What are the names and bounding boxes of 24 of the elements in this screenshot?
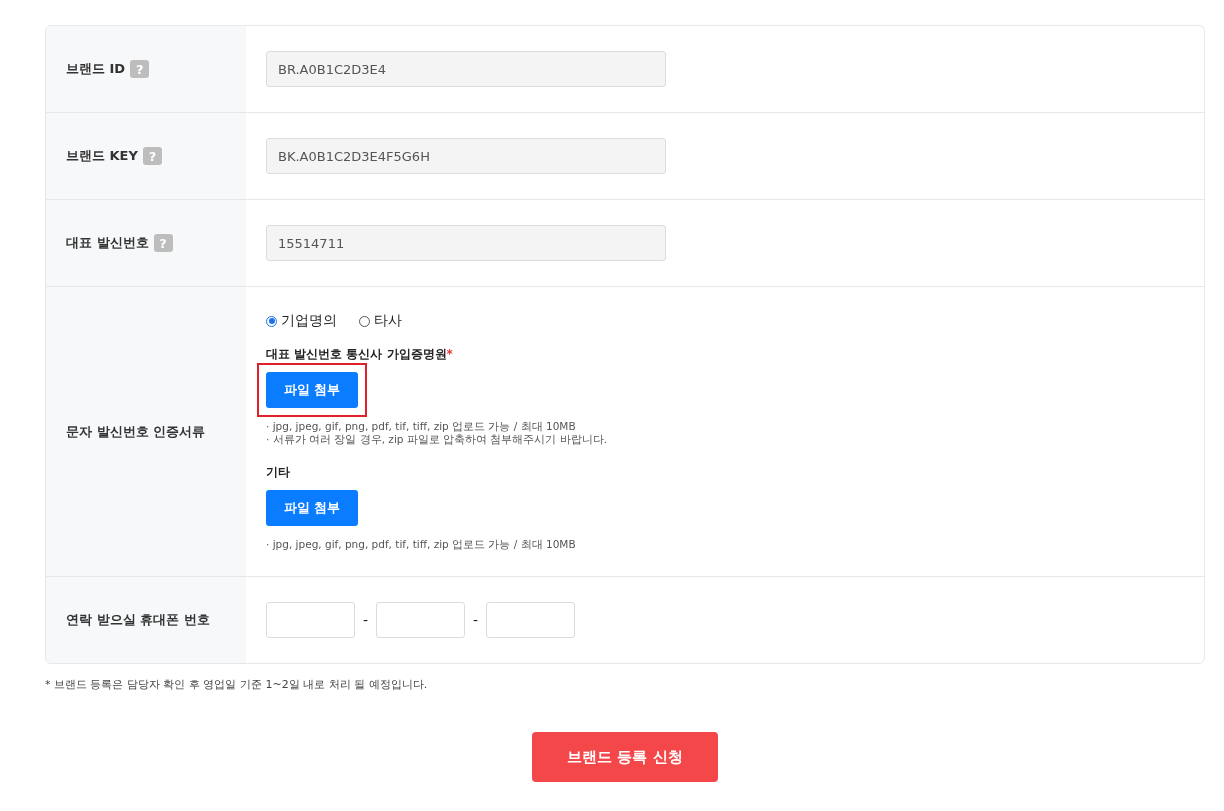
readonly-input-field[interactable]: 15514711 xyxy=(266,225,666,261)
file-attach-button[interactable]: 파일 첨부 xyxy=(266,372,358,408)
footnote: * 브랜드 등록은 담당자 확인 후 영업일 기준 1~2일 내로 처리 될 예정입니다. xyxy=(45,677,429,692)
field-label: 연락 받으실 휴대폰 번호 xyxy=(66,611,210,629)
phone-input-field[interactable] xyxy=(486,602,576,638)
help-note: · 서류가 여러 장일 경우, zip 파일로 압축하여 첨부해주시기 바랍니다. xyxy=(266,433,609,446)
section-title: 기타 xyxy=(266,464,291,481)
file-attach-button[interactable]: 파일 첨부 xyxy=(266,490,358,526)
separator-dash: - xyxy=(363,612,369,628)
radio-option[interactable]: 기업명의 xyxy=(266,312,337,330)
help-note: · jpg, jpeg, gif, png, pdf, tif, tiff, zip 업로드 가능 / 최대 10MB xyxy=(266,420,577,433)
field-label: 대표 발신번호 xyxy=(66,234,149,252)
readonly-input-field[interactable]: BK.A0B1C2D3E4F5G6H xyxy=(266,138,666,174)
field-label: 문자 발신번호 인증서류 xyxy=(66,422,206,441)
section-title: 대표 발신번호 통신사 가입증명원* xyxy=(266,346,454,363)
help-note: · jpg, jpeg, gif, png, pdf, tif, tiff, zip 업로드 가능 / 최대 10MB xyxy=(266,538,577,551)
radio-option[interactable]: 타사 xyxy=(359,312,402,330)
field-label: 브랜드 ID xyxy=(66,60,126,78)
submit-button[interactable]: 브랜드 등록 신청 xyxy=(532,732,718,782)
readonly-input-field[interactable]: BR.A0B1C2D3E4 xyxy=(266,51,666,87)
field-label: 브랜드 KEY xyxy=(66,147,138,165)
separator-dash: - xyxy=(473,612,479,628)
phone-input-field[interactable] xyxy=(376,602,466,638)
phone-input-field[interactable] xyxy=(266,602,355,638)
